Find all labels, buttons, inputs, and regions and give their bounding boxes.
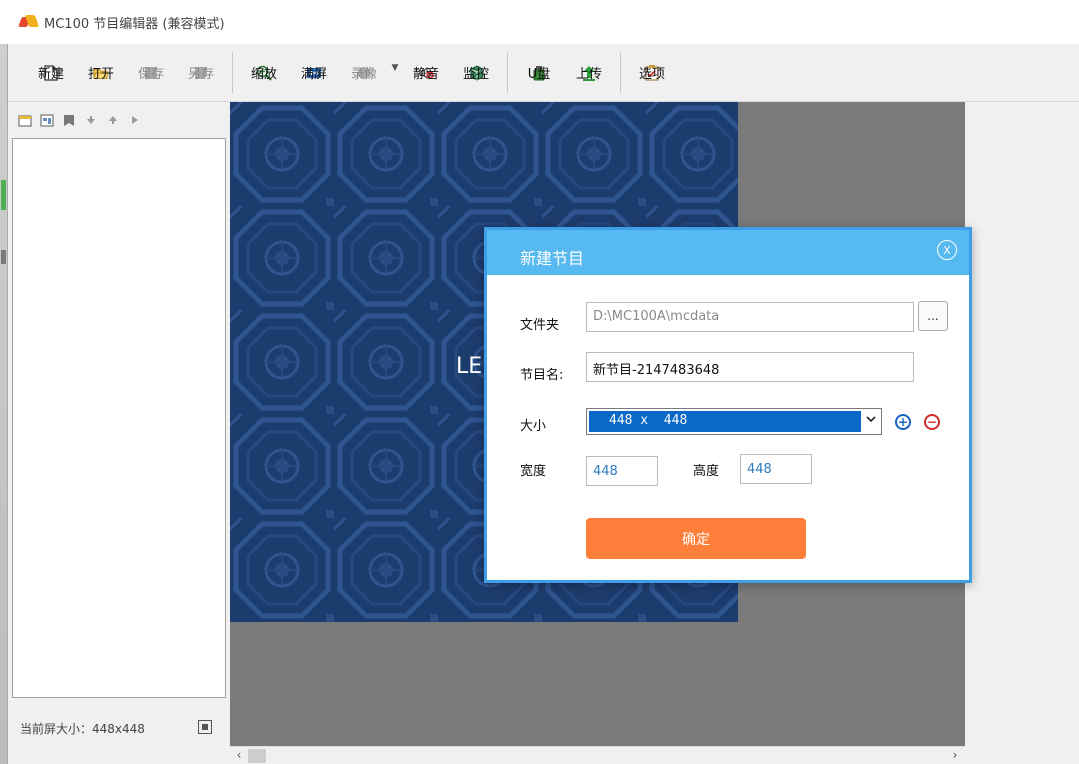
options-button[interactable]: 选项 — [627, 44, 677, 101]
browse-folder-button[interactable]: ... — [918, 301, 948, 331]
bookmark-icon[interactable] — [62, 113, 76, 127]
scrollbar-thumb[interactable] — [248, 749, 266, 763]
record-dropdown-chevron-down-icon[interactable]: ▼ — [389, 44, 401, 101]
upload-label: 上传 — [575, 67, 602, 82]
scroll-left-chevron-icon[interactable]: ‹ — [232, 748, 246, 762]
program-panel-toolbar — [8, 102, 230, 138]
new-program-dialog: 新建节目 X 文件夹 D:\MC100A\mcdata ... 节目名: 新节目… — [484, 227, 972, 583]
window-title: MC100 节目编辑器 (兼容模式) — [44, 16, 225, 32]
toolbar-separator — [507, 52, 508, 93]
screen-led-text: LE — [456, 354, 483, 379]
program-tree-list[interactable] — [12, 138, 226, 698]
toolbar-separator — [232, 52, 233, 93]
new-label: 新建 — [37, 67, 64, 82]
scroll-right-chevron-icon[interactable]: › — [948, 748, 962, 762]
options-label: 选项 — [638, 67, 665, 82]
screen-size-status: 当前屏大小：448x448 — [20, 722, 145, 736]
new-program-icon[interactable] — [18, 113, 32, 127]
properties-panel — [965, 102, 1079, 764]
app-logo-icon — [20, 15, 38, 29]
usb-button[interactable]: U盘 — [514, 44, 564, 101]
monitor-label: 监控 — [462, 67, 489, 82]
size-select[interactable]: 448 x 448 — [586, 408, 882, 435]
add-size-plus-icon[interactable]: + — [895, 414, 911, 430]
upload-button[interactable]: 上传 — [564, 44, 614, 101]
save-label: 保存 — [137, 67, 164, 82]
chevron-down-icon — [865, 413, 877, 428]
horizontal-scrollbar[interactable]: ‹ › — [230, 746, 965, 764]
mute-label: 静音 — [412, 67, 439, 82]
left-window-edge — [0, 0, 8, 764]
record-button[interactable]: 录像 — [339, 44, 389, 101]
folder-label: 文件夹 — [520, 318, 560, 333]
width-input[interactable]: 448 — [586, 456, 658, 486]
zoom-label: 缩放 — [250, 67, 277, 82]
usb-label: U盘 — [527, 67, 551, 82]
fullscreen-label: 满屏 — [300, 67, 327, 82]
monitor-button[interactable]: 监控 — [451, 44, 501, 101]
program-name-label: 节目名: — [520, 368, 564, 383]
save-button[interactable]: 保存 — [126, 44, 176, 101]
zoom-button[interactable]: 缩放 — [239, 44, 289, 101]
dialog-title: 新建节目 — [520, 249, 585, 268]
folder-path-field[interactable]: D:\MC100A\mcdata — [586, 302, 914, 332]
move-up-arrow-icon[interactable] — [106, 113, 120, 127]
mute-button[interactable]: 静音 — [401, 44, 451, 101]
move-down-arrow-icon[interactable] — [84, 113, 98, 127]
title-bar: MC100 节目编辑器 (兼容模式) — [0, 0, 1079, 44]
toolbar-separator — [620, 52, 621, 93]
edge-mark — [1, 180, 6, 210]
size-select-value: 448 x 448 — [589, 411, 861, 432]
new-button[interactable]: 新建 — [26, 44, 76, 101]
remove-size-minus-icon[interactable]: − — [924, 414, 940, 430]
play-arrow-icon[interactable] — [128, 113, 142, 127]
open-label: 打开 — [87, 67, 114, 82]
confirm-button[interactable]: 确定 — [586, 518, 806, 559]
dialog-header: 新建节目 X — [487, 230, 969, 275]
record-label: 录像 — [350, 67, 377, 82]
program-name-input[interactable]: 新节目-2147483648 — [586, 352, 914, 382]
height-input[interactable]: 448 — [740, 454, 812, 484]
save-as-button[interactable]: 另存 — [176, 44, 226, 101]
main-toolbar: 新建 打开 保存 另存 缩放 满屏 录像 ▼ 静音 监控 U盘 上传 选项 — [8, 44, 1079, 102]
screen-settings-icon[interactable] — [198, 720, 212, 734]
new-area-icon[interactable] — [40, 113, 54, 127]
width-label: 宽度 — [520, 464, 547, 479]
edge-mark — [1, 250, 6, 264]
close-icon[interactable]: X — [937, 240, 957, 260]
open-button[interactable]: 打开 — [76, 44, 126, 101]
fullscreen-button[interactable]: 满屏 — [289, 44, 339, 101]
size-label: 大小 — [520, 419, 547, 434]
program-panel: 当前屏大小：448x448 — [8, 102, 230, 764]
save-as-label: 另存 — [187, 67, 214, 82]
height-label: 高度 — [693, 464, 720, 479]
